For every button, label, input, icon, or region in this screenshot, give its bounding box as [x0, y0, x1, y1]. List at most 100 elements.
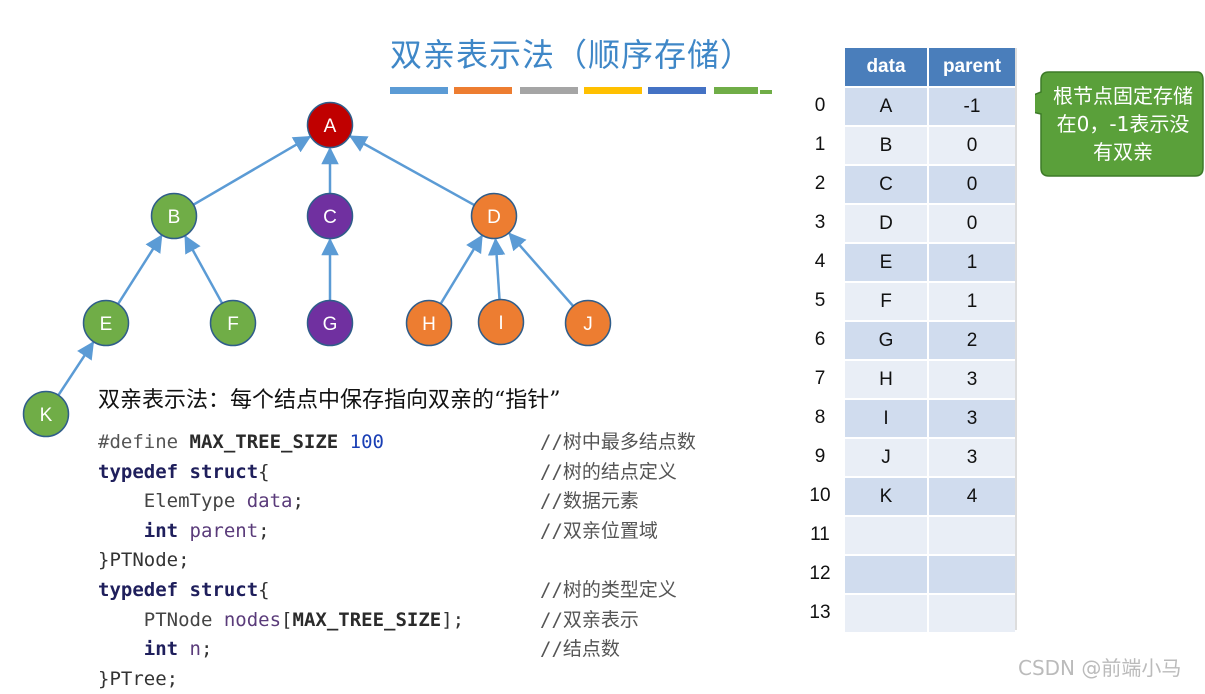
table-row: F1	[845, 283, 1015, 320]
cell-parent	[929, 556, 1015, 593]
code-token: 100	[338, 431, 384, 453]
row-index: 6	[814, 329, 826, 350]
cell-parent: 3	[929, 400, 1015, 437]
row-index: 10	[809, 485, 831, 506]
cell-parent: 0	[929, 166, 1015, 203]
cell-data: G	[845, 322, 927, 359]
header-parent: parent	[929, 48, 1015, 86]
cell-data: A	[845, 88, 927, 125]
node-label: F	[227, 314, 239, 335]
code-token: }PTNode;	[98, 549, 190, 572]
table-row: B0	[845, 127, 1015, 164]
code-token: parent	[189, 519, 259, 542]
cell-data	[845, 595, 927, 632]
row-index: 8	[814, 407, 826, 428]
code-line-4: int parent; //双亲位置域	[98, 517, 658, 547]
code-token: int	[98, 638, 190, 661]
cell-parent: 0	[929, 127, 1015, 164]
cell-parent	[929, 517, 1015, 554]
row-index: 7	[814, 368, 826, 389]
code-token: typedef struct	[98, 578, 259, 601]
code-token: ;	[292, 490, 304, 513]
tree-node-J: J	[564, 299, 612, 347]
code-token: ;	[258, 519, 270, 542]
cell-parent: 3	[929, 361, 1015, 398]
code-line-1: #define MAX_TREE_SIZE 100 //树中最多结点数	[98, 428, 696, 458]
cell-parent: 1	[929, 244, 1015, 281]
cell-data: J	[845, 439, 927, 476]
table-row: A -1	[845, 88, 1015, 125]
table-row	[845, 517, 1015, 554]
cell-data: K	[845, 478, 927, 515]
code-line-7: PTNode nodes[MAX_TREE_SIZE]; //双亲表示	[98, 606, 639, 636]
table-row	[845, 556, 1015, 593]
cell-parent: 3	[929, 439, 1015, 476]
watermark: CSDN @前端小马	[1018, 656, 1182, 680]
cell-data	[845, 556, 927, 593]
table-row: E1	[845, 244, 1015, 281]
table-row: I3	[845, 400, 1015, 437]
tree-node-K: K	[22, 390, 70, 438]
cell-data: B	[845, 127, 927, 164]
cell-parent: 2	[929, 322, 1015, 359]
code-token: int	[98, 519, 190, 542]
table-row: K4	[845, 478, 1015, 515]
cell-parent: 0	[929, 205, 1015, 242]
code-token: }PTree;	[98, 667, 179, 690]
code-comment: //树中最多结点数	[540, 431, 696, 453]
table-header: data parent	[845, 48, 1015, 86]
description-text: 双亲表示法：每个结点中保存指向双亲的“指针”	[98, 388, 561, 413]
tree-node-I: I	[477, 298, 525, 346]
cell-data: C	[845, 166, 927, 203]
cell-data	[845, 517, 927, 554]
code-token: ElemType	[98, 490, 247, 513]
cell-parent: 1	[929, 283, 1015, 320]
code-token: ;	[200, 638, 213, 661]
code-token: nodes	[223, 608, 282, 631]
cell-data: H	[845, 361, 927, 398]
code-line-2: typedef struct{//树的结点定义	[98, 458, 677, 488]
node-label: B	[168, 207, 181, 228]
edge-B-to-A	[192, 135, 312, 206]
code-comment: //树的类型定义	[540, 578, 677, 601]
row-index: 9	[814, 446, 826, 467]
header-data: data	[845, 48, 927, 86]
code-line-9: }PTree;	[98, 665, 464, 694]
code-token: PTNode	[98, 608, 224, 631]
edge-J-to-D	[508, 232, 575, 307]
edge-I-to-D	[487, 237, 506, 300]
row-index: 1	[814, 134, 826, 155]
tree-node-H: H	[405, 299, 453, 347]
code-token: ];	[441, 608, 465, 631]
node-label: H	[422, 314, 436, 335]
row-index: 0	[814, 95, 826, 116]
code-line-8: int n; //结点数	[98, 635, 620, 665]
node-label: A	[324, 116, 337, 137]
node-label: I	[498, 313, 503, 334]
tree-node-A: A	[306, 101, 354, 149]
row-index: 3	[814, 212, 826, 233]
callout-text: 根节点固定存储在0，-1表示没有双亲	[1053, 84, 1193, 164]
code-line-3: ElemType data; //数据元素	[98, 487, 639, 517]
code-token: typedef struct	[98, 460, 259, 483]
row-index: 13	[809, 602, 831, 623]
code-token: data	[246, 490, 293, 513]
table-row: H3	[845, 361, 1015, 398]
tree-node-G: G	[306, 299, 354, 347]
row-index: 4	[814, 251, 826, 272]
node-label: G	[323, 314, 338, 335]
code-block: #define MAX_TREE_SIZE 100 //树中最多结点数 typed…	[98, 428, 696, 694]
cell-parent: 4	[929, 478, 1015, 515]
tree-node-B: B	[150, 192, 198, 240]
node-label: D	[487, 207, 501, 228]
table-row: D0	[845, 205, 1015, 242]
tree-node-D: D	[470, 192, 518, 240]
cell-data: I	[845, 400, 927, 437]
code-token: {	[258, 578, 270, 601]
code-token: MAX_TREE_SIZE	[292, 608, 442, 631]
cell-parent: -1	[929, 88, 1015, 125]
tree-diagram: A B C D E F G H I J K	[22, 101, 612, 438]
code-comment: //树的结点定义	[540, 460, 677, 483]
edge-K-to-E	[57, 341, 95, 396]
edge-H-to-D	[439, 234, 483, 305]
